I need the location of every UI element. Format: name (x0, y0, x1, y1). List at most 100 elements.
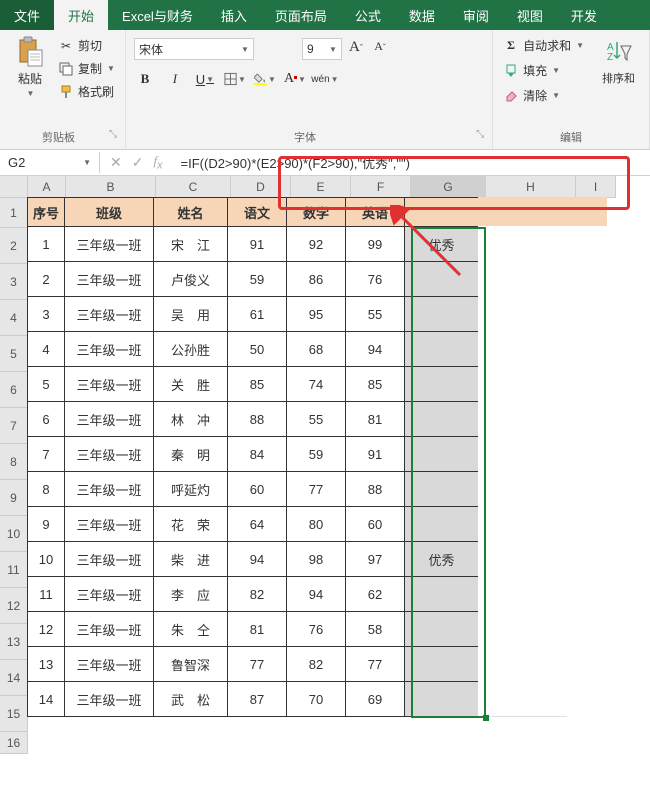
font-size-select[interactable]: 9▼ (302, 38, 342, 60)
underline-button[interactable]: U▼ (194, 68, 216, 90)
tab-insert[interactable]: 插入 (207, 0, 261, 30)
cell[interactable]: 优秀 (404, 541, 479, 577)
cell[interactable]: 朱 仝 (153, 611, 228, 647)
row-header[interactable]: 15 (0, 696, 28, 732)
header-cell[interactable]: 英语 (345, 197, 405, 227)
fill-button[interactable]: 填充▼ (501, 61, 586, 80)
cell[interactable] (404, 681, 479, 717)
cell[interactable]: 12 (27, 611, 65, 647)
row-header[interactable]: 10 (0, 516, 28, 552)
col-header[interactable]: E (291, 176, 351, 198)
cell[interactable]: 55 (286, 401, 346, 437)
cell[interactable]: 95 (286, 296, 346, 332)
name-box[interactable]: G2 ▼ (0, 152, 100, 173)
cell[interactable]: 1 (27, 226, 65, 262)
cell[interactable] (478, 471, 568, 507)
cell[interactable]: 李 应 (153, 576, 228, 612)
cell[interactable]: 9 (27, 506, 65, 542)
cell[interactable]: 三年级一班 (64, 646, 154, 682)
cell[interactable] (567, 471, 607, 507)
cell[interactable]: 84 (227, 436, 287, 472)
col-header[interactable]: A (28, 176, 66, 198)
tab-data[interactable]: 数据 (395, 0, 449, 30)
row-header[interactable]: 9 (0, 480, 28, 516)
cell[interactable]: 60 (227, 471, 287, 507)
enter-icon[interactable]: ✓ (132, 154, 144, 171)
sheet-grid[interactable]: 1 2 3 4 5 6 7 8 9 10 11 12 13 14 15 16 A… (0, 176, 650, 754)
row-header[interactable]: 4 (0, 300, 28, 336)
cell[interactable]: 7 (27, 436, 65, 472)
cell[interactable]: 三年级一班 (64, 611, 154, 647)
cell[interactable]: 94 (345, 331, 405, 367)
tab-page-layout[interactable]: 页面布局 (261, 0, 341, 30)
cell[interactable]: 98 (286, 541, 346, 577)
cell[interactable]: 62 (345, 576, 405, 612)
cell[interactable]: 76 (286, 611, 346, 647)
cell[interactable]: 68 (286, 331, 346, 367)
cell[interactable]: 三年级一班 (64, 681, 154, 717)
cell[interactable]: 林 冲 (153, 401, 228, 437)
cell[interactable] (478, 197, 568, 227)
col-header[interactable]: G (411, 176, 486, 198)
autosum-button[interactable]: Σ 自动求和▼ (501, 36, 586, 55)
bold-button[interactable]: B (134, 68, 156, 90)
row-header[interactable]: 3 (0, 264, 28, 300)
cell[interactable]: 74 (286, 366, 346, 402)
cell[interactable] (404, 576, 479, 612)
cell[interactable] (404, 401, 479, 437)
row-header[interactable]: 7 (0, 408, 28, 444)
cell[interactable] (478, 541, 568, 577)
cell[interactable] (567, 197, 607, 227)
decrease-font-button[interactable]: Aˇ (370, 39, 390, 59)
cell[interactable] (567, 506, 607, 542)
cell[interactable]: 94 (286, 576, 346, 612)
tab-formulas[interactable]: 公式 (341, 0, 395, 30)
cell[interactable]: 三年级一班 (64, 401, 154, 437)
cell[interactable]: 97 (345, 541, 405, 577)
cell[interactable] (478, 506, 568, 542)
cell[interactable]: 14 (27, 681, 65, 717)
cell[interactable]: 77 (345, 646, 405, 682)
cell[interactable]: 三年级一班 (64, 226, 154, 262)
cell[interactable]: 99 (345, 226, 405, 262)
cell[interactable]: 70 (286, 681, 346, 717)
font-name-select[interactable]: 宋体▼ (134, 38, 254, 60)
col-header[interactable]: B (66, 176, 156, 198)
cell[interactable]: 优秀 (404, 226, 479, 262)
cell[interactable]: 82 (286, 646, 346, 682)
cell[interactable]: 2 (27, 261, 65, 297)
cell[interactable]: 61 (227, 296, 287, 332)
cell[interactable]: 80 (286, 506, 346, 542)
cell[interactable]: 8 (27, 471, 65, 507)
cell[interactable]: 85 (345, 366, 405, 402)
cell[interactable]: 4 (27, 331, 65, 367)
cell[interactable]: 三年级一班 (64, 366, 154, 402)
cell[interactable]: 60 (345, 506, 405, 542)
cell[interactable] (478, 401, 568, 437)
cell[interactable]: 81 (227, 611, 287, 647)
col-header[interactable]: D (231, 176, 291, 198)
cell[interactable]: 三年级一班 (64, 296, 154, 332)
cell[interactable] (567, 681, 607, 717)
row-header[interactable]: 12 (0, 588, 28, 624)
cell[interactable]: 三年级一班 (64, 331, 154, 367)
cell[interactable]: 3 (27, 296, 65, 332)
tab-developer[interactable]: 开发 (557, 0, 611, 30)
cell[interactable]: 59 (286, 436, 346, 472)
cell[interactable] (567, 261, 607, 297)
row-header[interactable]: 13 (0, 624, 28, 660)
cell[interactable]: 三年级一班 (64, 541, 154, 577)
cell[interactable]: 59 (227, 261, 287, 297)
cell[interactable] (567, 436, 607, 472)
font-color-button[interactable]: A▼ (284, 68, 306, 90)
cell[interactable]: 11 (27, 576, 65, 612)
cell[interactable]: 三年级一班 (64, 471, 154, 507)
cell[interactable] (404, 261, 479, 297)
font-launcher[interactable]: ⤡ (476, 129, 484, 140)
cell[interactable] (478, 296, 568, 332)
header-cell[interactable] (404, 197, 479, 227)
sort-filter-button[interactable]: AZ 排序和 (596, 34, 641, 88)
copy-button[interactable]: 复制▼ (56, 59, 117, 78)
cell[interactable]: 55 (345, 296, 405, 332)
cell[interactable] (478, 226, 568, 262)
